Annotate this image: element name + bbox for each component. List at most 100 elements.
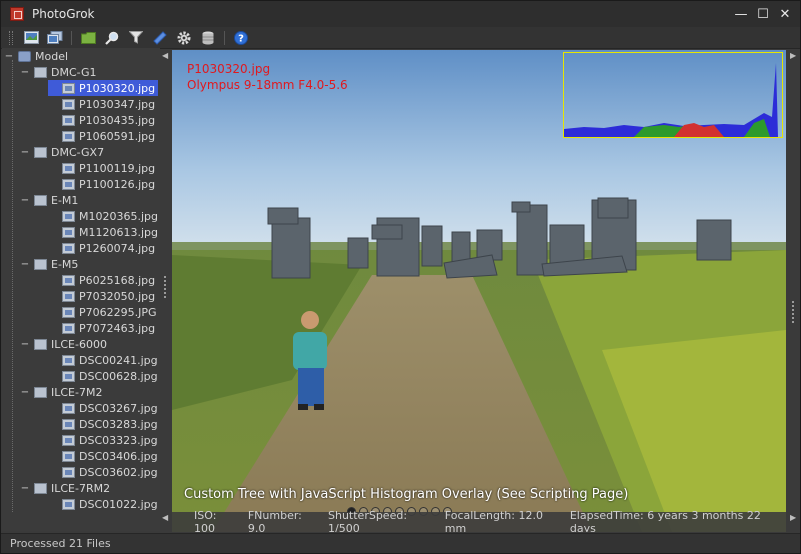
tree-file-item[interactable]: DSC03406.jpg [48, 448, 158, 464]
tree-group[interactable]: − DMC-G1 [20, 64, 158, 80]
tree-file-item[interactable]: P7062295.JPG [48, 304, 158, 320]
tree-label: P1030347.jpg [79, 97, 156, 111]
tree-group[interactable]: − ILCE-6000 [20, 336, 158, 352]
tree-label: ILCE-6000 [51, 337, 107, 351]
collapse-toggle-icon[interactable]: − [20, 339, 30, 350]
image-file-icon [62, 418, 75, 430]
tree-label: DSC00628.jpg [79, 369, 158, 383]
tree-file-item[interactable]: M1120613.jpg [48, 224, 158, 240]
photo-lens: Olympus 9-18mm F4.0-5.6 [187, 78, 348, 92]
close-button[interactable]: ✕ [776, 5, 794, 23]
tree-file-item[interactable]: P7032050.jpg [48, 288, 158, 304]
tree-group[interactable]: − DMC-GX7 [20, 144, 158, 160]
tree-group[interactable]: − ILCE-7RM2 [20, 480, 158, 496]
image-file-icon [62, 178, 75, 190]
tree-group[interactable]: − E-M5 [20, 256, 158, 272]
window-controls: — ☐ ✕ [732, 5, 794, 23]
image-file-icon [62, 466, 75, 478]
collapse-right-bottom-arrow-icon[interactable]: ▶ [790, 513, 796, 522]
collapse-left-bottom-arrow-icon[interactable]: ◀ [162, 513, 168, 522]
tree-file-item[interactable]: P1260074.jpg [48, 240, 158, 256]
image-file-icon [62, 226, 75, 238]
image-viewer[interactable]: P1030320.jpg Olympus 9-18mm F4.0-5.6 Cus… [172, 50, 786, 532]
image-file-icon [62, 306, 75, 318]
camera-model-icon [34, 146, 47, 158]
tree-file-item[interactable]: P1060591.jpg [48, 128, 158, 144]
tree-file-item[interactable]: P1030347.jpg [48, 96, 158, 112]
tree-label: E-M5 [51, 257, 79, 271]
exif-iso: ISO: 100 [194, 509, 217, 532]
collapse-left-arrow-icon[interactable]: ◀ [162, 51, 168, 60]
scripting-caption: Custom Tree with JavaScript Histogram Ov… [184, 487, 629, 502]
image-file-icon [62, 322, 75, 334]
camera-model-icon [34, 386, 47, 398]
tree-label: DSC03602.jpg [79, 465, 158, 479]
image-file-icon [62, 130, 75, 142]
collapse-toggle-icon[interactable]: − [20, 147, 30, 158]
tree-file-item[interactable]: DSC03283.jpg [48, 416, 158, 432]
tree-group[interactable]: − E-M1 [20, 192, 158, 208]
tree-file-item[interactable]: P1030320.jpg [48, 80, 158, 96]
tree-file-item[interactable]: P7072463.jpg [48, 320, 158, 336]
tree-root-model[interactable]: − Model [4, 48, 158, 64]
photo-info-overlay: P1030320.jpg Olympus 9-18mm F4.0-5.6 [187, 61, 348, 93]
collapse-toggle-icon[interactable]: − [20, 67, 30, 78]
gallery-icon[interactable] [45, 29, 65, 47]
status-text: Processed 21 Files [10, 537, 111, 550]
exif-elapsed: ElapsedTime: 6 years 3 months 22 days [569, 509, 761, 532]
tree-file-item[interactable]: DSC03323.jpg [48, 432, 158, 448]
image-file-icon [62, 242, 75, 254]
tree-file-item[interactable]: DSC03267.jpg [48, 400, 158, 416]
right-splitter-handle[interactable] [790, 301, 796, 323]
tree-file-item[interactable]: DSC03602.jpg [48, 464, 158, 480]
tree-label: P1260074.jpg [79, 241, 156, 255]
tree-label: DSC01022.jpg [79, 497, 158, 511]
title-bar: PhotoGrok — ☐ ✕ [1, 1, 800, 27]
status-bar: Processed 21 Files [1, 533, 800, 553]
tree-file-item[interactable]: P6025168.jpg [48, 272, 158, 288]
tree-label: M1120613.jpg [79, 225, 158, 239]
tree-file-item[interactable]: P1030435.jpg [48, 112, 158, 128]
tree-group[interactable]: − ILCE-7M2 [20, 384, 158, 400]
tree-file-item[interactable]: DSC00628.jpg [48, 368, 158, 384]
search-icon[interactable] [102, 29, 122, 47]
tag-icon[interactable] [150, 29, 170, 47]
exif-shutter: ShutterSpeed: 1/500 [328, 509, 408, 532]
open-folder-icon[interactable] [78, 29, 98, 47]
tree-file-item[interactable]: DSC00241.jpg [48, 352, 158, 368]
file-tree[interactable]: − Model − DMC-G1 P1030320.jpg P1030347.jpg P10… [2, 48, 160, 531]
tree-file-item[interactable]: M1020365.jpg [48, 208, 158, 224]
tree-label: E-M1 [51, 193, 79, 207]
camera-model-icon [34, 258, 47, 270]
camera-model-icon [34, 194, 47, 206]
tree-file-item[interactable]: P1100126.jpg [48, 176, 158, 192]
collapse-toggle-icon[interactable]: − [20, 259, 30, 270]
minimize-button[interactable]: — [732, 5, 750, 23]
toolbar-grip[interactable] [9, 30, 13, 45]
settings-gear-icon[interactable] [174, 29, 194, 47]
exif-focal: FocalLength: 12.0 mm [444, 509, 543, 532]
image-file-icon [62, 402, 75, 414]
help-icon[interactable]: ? [231, 29, 251, 47]
left-splitter-handle[interactable] [162, 276, 168, 298]
tree-label: DSC00241.jpg [79, 353, 158, 367]
collapse-right-arrow-icon[interactable]: ▶ [790, 51, 796, 60]
toolbar-separator [71, 30, 72, 45]
open-image-icon[interactable] [21, 29, 41, 47]
collapse-toggle-icon[interactable]: − [20, 483, 30, 494]
app-logo-icon [10, 7, 24, 21]
collapse-toggle-icon[interactable]: − [20, 195, 30, 206]
tree-label: DSC03406.jpg [79, 449, 158, 463]
camera-model-icon [34, 482, 47, 494]
app-window: PhotoGrok — ☐ ✕ ? − Model − DMC-G1 P1030… [0, 0, 801, 554]
tree-file-item[interactable]: DSC01022.jpg [48, 496, 158, 512]
image-file-icon [62, 354, 75, 366]
tree-file-item[interactable]: P1100119.jpg [48, 160, 158, 176]
maximize-button[interactable]: ☐ [754, 5, 772, 23]
collapse-toggle-icon[interactable]: − [20, 387, 30, 398]
tree-label: DMC-GX7 [51, 145, 105, 159]
image-file-icon [62, 210, 75, 222]
tree-label: Model [35, 49, 69, 63]
filter-icon[interactable] [126, 29, 146, 47]
database-icon[interactable] [198, 29, 218, 47]
